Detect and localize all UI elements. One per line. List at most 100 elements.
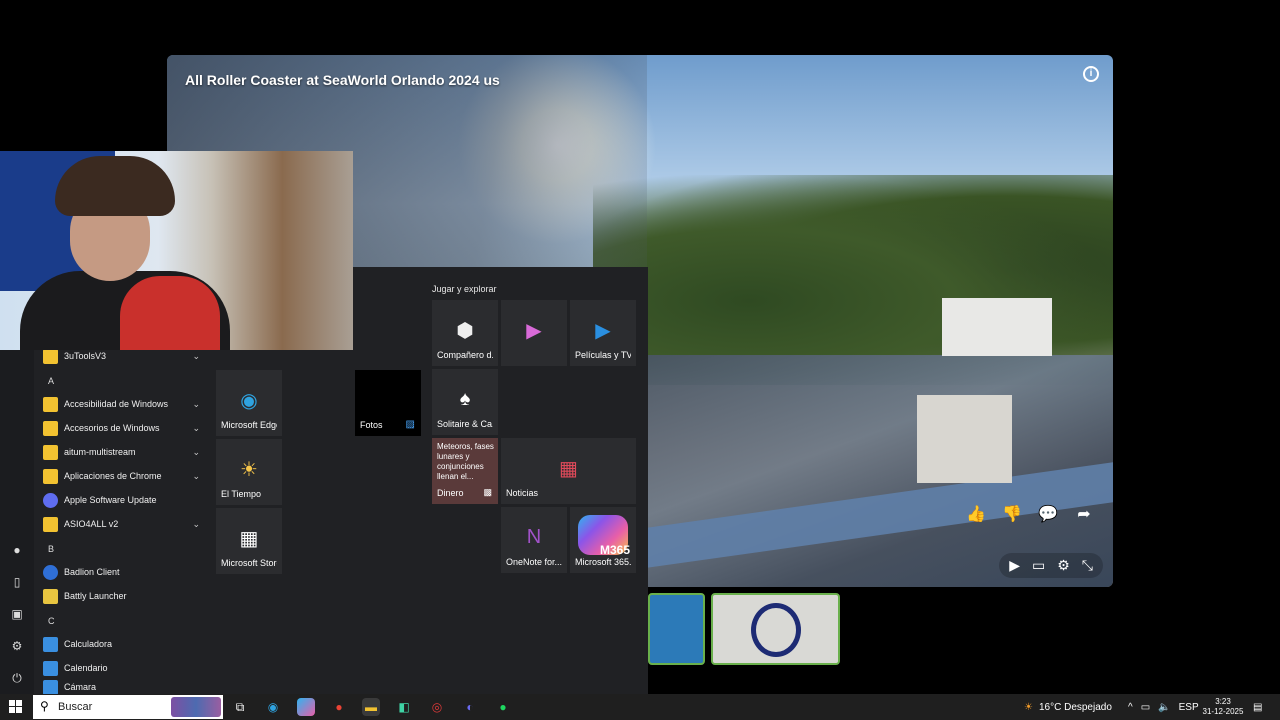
list-item[interactable]: Badlion Client <box>34 560 210 584</box>
time: 3:23 <box>1215 697 1231 706</box>
documents-icon[interactable]: ▯ <box>9 574 25 590</box>
tile-photos[interactable]: Fotos ▨ <box>355 370 421 436</box>
search-input[interactable]: Buscar <box>58 701 92 713</box>
tile-weather[interactable]: ☀ El Tiempo <box>216 439 282 505</box>
spotify-icon[interactable]: ● <box>494 698 512 716</box>
app-label: Cámara <box>64 682 97 692</box>
captions-icon[interactable]: ▭ <box>1032 557 1045 574</box>
obs-icon[interactable]: ◎ <box>428 698 446 716</box>
edge-icon[interactable]: ◉ <box>264 698 282 716</box>
play-icon[interactable]: ▶ <box>1009 557 1020 574</box>
tile-label: OneNote for... <box>506 557 562 567</box>
list-item[interactable]: Accesibilidad de Windows ⌄ <box>34 392 210 416</box>
tile-media-player[interactable]: ▶ <box>501 300 567 366</box>
like-icon[interactable]: 👍 <box>965 503 987 525</box>
battly-icon <box>43 588 58 604</box>
tile-label: El Tiempo <box>221 489 262 499</box>
app-label: Apple Software Update <box>64 495 157 505</box>
search-box[interactable]: ⚲ Buscar <box>33 695 223 719</box>
tile-label: Microsoft 365... <box>575 557 631 567</box>
windows-start-button[interactable] <box>9 700 23 714</box>
list-item[interactable]: Aplicaciones de Chrome ⌄ <box>34 464 210 488</box>
settings-icon[interactable]: ⚙ <box>9 638 25 654</box>
weather-icon: ☀ <box>240 459 258 481</box>
app-label: Battly Launcher <box>64 591 127 601</box>
list-item[interactable]: Accesorios de Windows ⌄ <box>34 416 210 440</box>
chrome-icon[interactable]: ● <box>330 698 348 716</box>
folder-icon <box>43 468 58 484</box>
network-icon[interactable]: ▭ <box>1141 702 1150 713</box>
video-frame-box <box>917 395 1012 483</box>
volume-icon[interactable]: 🔈 <box>1158 702 1170 713</box>
app-label: 3uToolsV3 <box>64 351 107 361</box>
copilot-icon[interactable] <box>297 698 315 716</box>
apple-update-icon <box>43 492 58 508</box>
section-title: Jugar y explorar <box>432 284 497 294</box>
user-icon[interactable]: ● <box>9 542 25 558</box>
chart-icon: ▩ <box>483 487 492 497</box>
onenote-icon: N <box>526 526 542 549</box>
date: 31-12-2025 <box>1202 707 1244 716</box>
list-item[interactable]: aitum-multistream ⌄ <box>34 440 210 464</box>
dislike-icon[interactable]: 👎 <box>1001 503 1023 525</box>
info-icon[interactable]: i <box>1083 66 1099 82</box>
folder-icon <box>43 396 58 412</box>
letter-header[interactable]: A <box>48 376 54 386</box>
tile-onenote[interactable]: N OneNote for... <box>501 507 567 573</box>
tile-money[interactable]: Meteoros, fases lunares y conjunciones l… <box>432 438 498 504</box>
tile-solitaire[interactable]: ♠ Solitaire & Ca... <box>432 369 498 435</box>
calculator-icon <box>43 636 58 652</box>
power-icon[interactable]: ⏻ <box>9 670 25 686</box>
tile-companion[interactable]: ⬢ Compañero d... <box>432 300 498 366</box>
file-explorer-icon[interactable]: ▬ <box>362 698 380 716</box>
list-item[interactable]: Calendario <box>34 656 210 680</box>
pictures-icon[interactable]: ▣ <box>9 606 25 622</box>
video-frame-box <box>942 298 1052 356</box>
chevron-down-icon: ⌄ <box>192 398 200 409</box>
settings-icon[interactable]: ⚙ <box>1057 557 1070 574</box>
language-indicator[interactable]: ESP <box>1179 702 1199 713</box>
folder-icon <box>43 516 58 532</box>
weather-widget[interactable]: ☀ 16°C Despejado <box>1024 694 1112 720</box>
weather-text: 16°C Despejado <box>1038 701 1112 713</box>
comments-icon[interactable]: 💬 <box>1037 503 1059 525</box>
list-item[interactable]: Apple Software Update <box>34 488 210 512</box>
notifications-icon[interactable]: ▤ <box>1253 694 1262 720</box>
tile-news[interactable]: ▦ Noticias <box>501 438 636 504</box>
app-label: aitum-multistream <box>64 447 136 457</box>
tile-movies[interactable]: ▶ Películas y TV <box>570 300 636 366</box>
camera-icon <box>43 680 58 694</box>
app-label: Calculadora <box>64 639 113 649</box>
chevron-up-icon[interactable]: ^ <box>1128 702 1133 713</box>
chevron-down-icon: ⌄ <box>192 446 200 457</box>
webcam-overlay <box>0 151 353 350</box>
chevron-down-icon: ⌄ <box>192 470 200 481</box>
clock[interactable]: 3:23 31-12-2025 <box>1198 694 1248 720</box>
letter-header[interactable]: B <box>48 544 54 554</box>
channel-avatar <box>751 603 801 657</box>
task-view-icon[interactable]: ⧉ <box>231 698 249 716</box>
tile-microsoft-store[interactable]: ▦ Microsoft Store <box>216 508 282 574</box>
list-item[interactable]: ASIO4ALL v2 ⌄ <box>34 512 210 536</box>
app-label: Calendario <box>64 663 108 673</box>
tile-microsoft-edge[interactable]: ◉ Microsoft Edge <box>216 370 282 436</box>
chevron-down-icon: ⌄ <box>192 422 200 433</box>
discord-icon[interactable]: ◐ <box>461 698 479 716</box>
tile-m365[interactable]: M365 Microsoft 365... <box>570 507 636 573</box>
tile-label: Noticias <box>506 488 539 498</box>
app-label: Aplicaciones de Chrome <box>64 471 162 481</box>
video-title[interactable]: All Roller Coaster at SeaWorld Orlando 2… <box>185 72 500 88</box>
tray-icons: ^ ▭ 🔈 ESP <box>1128 694 1199 720</box>
solitaire-icon: ♠ <box>459 388 471 411</box>
list-item[interactable]: Calculadora <box>34 632 210 656</box>
tile-label: Películas y TV <box>575 350 631 360</box>
share-icon[interactable]: ➦ <box>1073 503 1095 525</box>
list-item[interactable]: Cámara <box>34 680 210 694</box>
letter-header[interactable]: C <box>48 616 55 626</box>
thumbnail[interactable] <box>648 593 705 665</box>
video-controls: ▶ ▭ ⚙ ⤡ <box>999 553 1103 578</box>
thumbnail[interactable] <box>711 593 840 665</box>
list-item[interactable]: Battly Launcher <box>34 584 210 608</box>
exit-fullscreen-icon[interactable]: ⤡ <box>1082 557 1093 574</box>
app-icon[interactable]: ◧ <box>395 698 413 716</box>
